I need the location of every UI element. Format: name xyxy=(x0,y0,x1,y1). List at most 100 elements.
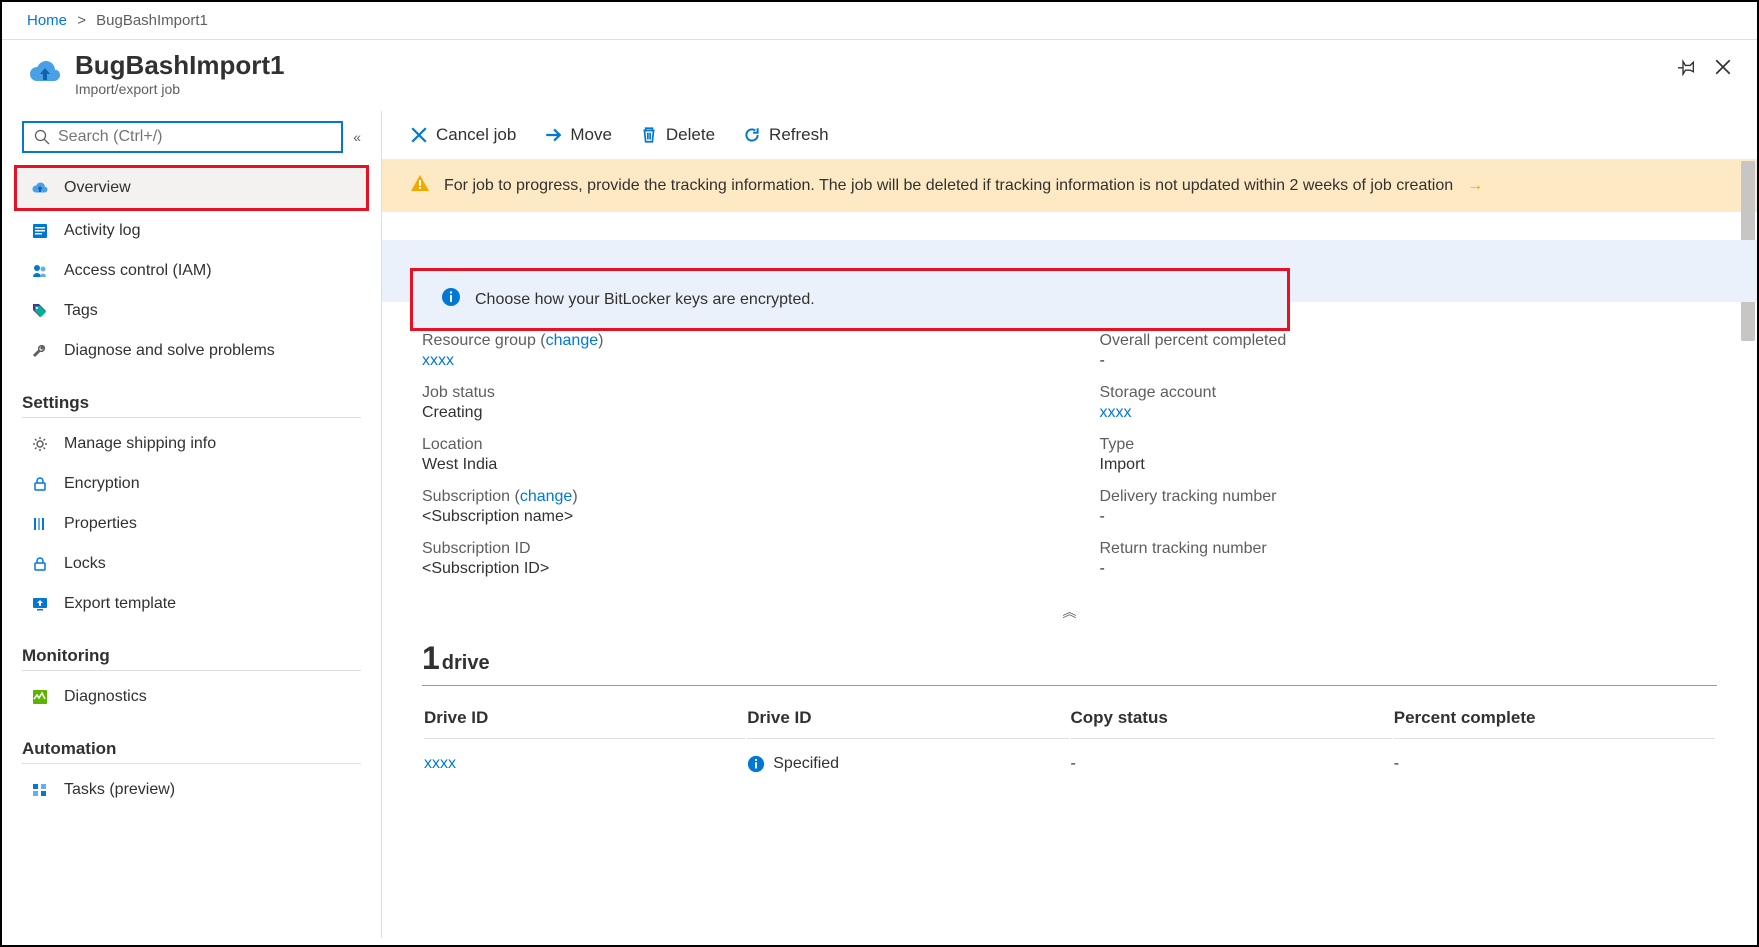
col-copy-status[interactable]: Copy status xyxy=(1071,698,1392,739)
properties-icon xyxy=(30,514,50,534)
lock-icon xyxy=(30,474,50,494)
storage-value[interactable]: xxxx xyxy=(1100,404,1718,422)
trash-icon xyxy=(640,126,658,144)
sidebar-item-label: Tags xyxy=(64,302,98,320)
import-export-icon xyxy=(27,54,63,90)
location-value: West India xyxy=(422,456,1040,474)
table-row[interactable]: xxxx Specified - - xyxy=(424,741,1715,787)
percent-label: Overall percent completed xyxy=(1100,332,1718,350)
properties-grid: Resource group (change) xxxx Job status … xyxy=(382,302,1757,602)
job-status-label: Job status xyxy=(422,384,1040,402)
page-header: BugBashImport1 Import/export job xyxy=(2,40,1757,111)
sidebar-item-tasks[interactable]: Tasks (preview) xyxy=(22,770,361,810)
lock-icon xyxy=(30,554,50,574)
subscription-id-label: Subscription ID xyxy=(422,540,1040,558)
delivery-value: - xyxy=(1100,508,1718,526)
sidebar-item-tags[interactable]: Tags xyxy=(22,291,361,331)
col-percent[interactable]: Percent complete xyxy=(1394,698,1715,739)
change-sub-link[interactable]: change xyxy=(520,488,573,505)
sidebar-section-monitoring: Monitoring xyxy=(22,646,361,671)
cloud-icon xyxy=(30,178,50,198)
wrench-icon xyxy=(30,341,50,361)
drives-section: 1drive Drive ID Drive ID Copy status Per… xyxy=(382,630,1757,799)
return-value: - xyxy=(1100,560,1718,578)
change-rg-link[interactable]: change xyxy=(546,332,599,349)
resource-group-label: Resource group (change) xyxy=(422,332,1040,350)
x-icon xyxy=(410,126,428,144)
arrow-right-icon xyxy=(544,126,562,144)
move-button[interactable]: Move xyxy=(544,125,612,145)
sidebar-item-label: Diagnose and solve problems xyxy=(64,342,275,360)
sidebar-item-label: Locks xyxy=(64,555,106,573)
drive-status-cell: Specified xyxy=(747,741,1068,787)
refresh-button[interactable]: Refresh xyxy=(743,125,829,145)
sidebar-item-locks[interactable]: Locks xyxy=(22,544,361,584)
sidebar-item-diagnose[interactable]: Diagnose and solve problems xyxy=(22,331,361,371)
drives-table: Drive ID Drive ID Copy status Percent co… xyxy=(422,696,1717,789)
drive-id-cell[interactable]: xxxx xyxy=(424,741,745,787)
people-icon xyxy=(30,261,50,281)
sidebar-item-label: Properties xyxy=(64,515,137,533)
search-input[interactable] xyxy=(58,128,331,146)
sidebar-item-label: Overview xyxy=(64,179,131,197)
drives-header: 1drive xyxy=(422,640,1717,686)
percent-value: - xyxy=(1100,352,1718,370)
sidebar-item-export[interactable]: Export template xyxy=(22,584,361,624)
warning-banner[interactable]: For job to progress, provide the trackin… xyxy=(382,159,1757,212)
sidebar-item-label: Manage shipping info xyxy=(64,435,216,453)
sidebar-item-iam[interactable]: Access control (IAM) xyxy=(22,251,361,291)
info-banner[interactable]: Choose how your BitLocker keys are encry… xyxy=(410,268,1290,331)
location-label: Location xyxy=(422,436,1040,454)
sidebar-section-settings: Settings xyxy=(22,393,361,418)
type-label: Type xyxy=(1100,436,1718,454)
sidebar-item-label: Export template xyxy=(64,595,176,613)
toolbar: Cancel job Move Delete Refresh xyxy=(382,111,1757,159)
tags-icon xyxy=(30,301,50,321)
delete-button[interactable]: Delete xyxy=(640,125,715,145)
export-template-icon xyxy=(30,594,50,614)
resource-group-value[interactable]: xxxx xyxy=(422,352,1040,370)
col-drive-id-2[interactable]: Drive ID xyxy=(747,698,1068,739)
sidebar-item-label: Access control (IAM) xyxy=(64,262,212,280)
cancel-job-button[interactable]: Cancel job xyxy=(410,125,516,145)
percent-cell: - xyxy=(1394,741,1715,787)
col-drive-id-1[interactable]: Drive ID xyxy=(424,698,745,739)
type-value: Import xyxy=(1100,456,1718,474)
warning-text: For job to progress, provide the trackin… xyxy=(444,177,1453,195)
sidebar-item-label: Tasks (preview) xyxy=(64,781,175,799)
sidebar-item-label: Diagnostics xyxy=(64,688,147,706)
storage-label: Storage account xyxy=(1100,384,1718,402)
warning-icon xyxy=(410,173,430,198)
sidebar-item-activity[interactable]: Activity log xyxy=(22,211,361,251)
sidebar: « Overview Activity log Access control (… xyxy=(2,111,382,938)
content-area: Cancel job Move Delete Refresh For job t… xyxy=(382,111,1757,938)
breadcrumb-home[interactable]: Home xyxy=(27,12,67,29)
subscription-id-value: <Subscription ID> xyxy=(422,560,1040,578)
sidebar-item-properties[interactable]: Properties xyxy=(22,504,361,544)
page-subtitle: Import/export job xyxy=(75,81,284,97)
breadcrumb: Home > BugBashImport1 xyxy=(2,2,1757,40)
close-icon[interactable] xyxy=(1714,58,1732,82)
info-icon xyxy=(747,755,765,773)
gear-icon xyxy=(30,434,50,454)
breadcrumb-sep: > xyxy=(77,12,86,29)
subscription-label: Subscription (change) xyxy=(422,488,1040,506)
collapse-sidebar-icon[interactable]: « xyxy=(353,129,361,145)
sidebar-section-automation: Automation xyxy=(22,739,361,764)
sidebar-item-diagnostics[interactable]: Diagnostics xyxy=(22,677,361,717)
sidebar-item-label: Activity log xyxy=(64,222,140,240)
info-icon xyxy=(441,287,461,312)
subscription-value: <Subscription name> xyxy=(422,508,1040,526)
job-status-value: Creating xyxy=(422,404,1040,422)
search-input-wrap[interactable] xyxy=(22,121,343,153)
pin-icon[interactable] xyxy=(1678,58,1696,82)
collapse-properties-icon[interactable]: ︽ xyxy=(382,602,1757,630)
sidebar-item-encryption[interactable]: Encryption xyxy=(22,464,361,504)
info-text: Choose how your BitLocker keys are encry… xyxy=(475,291,815,309)
sidebar-item-overview[interactable]: Overview xyxy=(14,165,369,211)
copy-status-cell: - xyxy=(1071,741,1392,787)
breadcrumb-current: BugBashImport1 xyxy=(96,12,208,29)
activity-log-icon xyxy=(30,221,50,241)
refresh-icon xyxy=(743,126,761,144)
sidebar-item-shipping[interactable]: Manage shipping info xyxy=(22,424,361,464)
